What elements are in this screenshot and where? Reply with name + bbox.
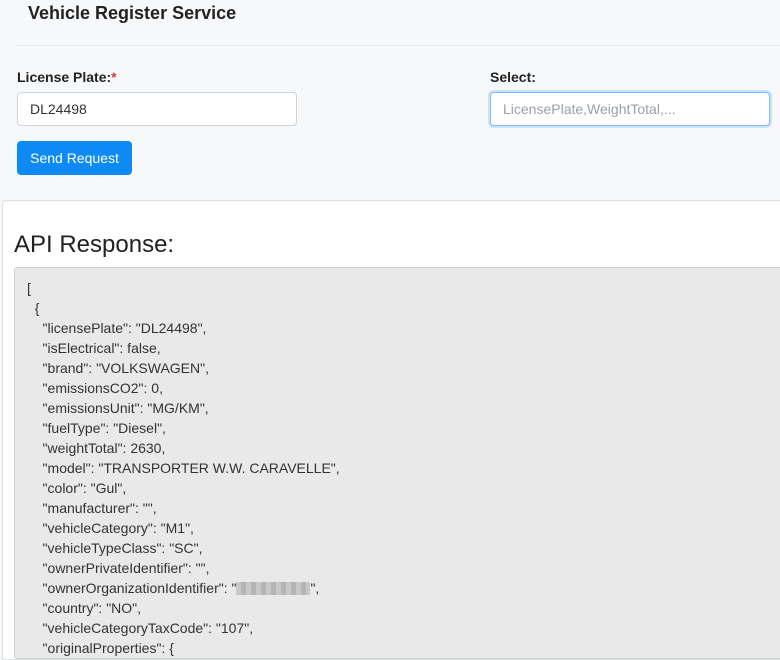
select-fields-input[interactable]: [490, 92, 770, 126]
response-code-block[interactable]: [ { "licensePlate": "DL24498", "isElectr…: [14, 267, 780, 659]
select-label: Select:: [490, 69, 536, 85]
license-plate-label-text: License Plate:: [17, 69, 112, 85]
license-plate-input[interactable]: [17, 92, 297, 126]
code-line: "isElectrical": false,: [27, 340, 161, 356]
code-line: "ownerPrivateIdentifier": "",: [27, 560, 210, 576]
code-line: "originalProperties": {: [27, 640, 174, 656]
app-title: Vehicle Register Service: [28, 3, 237, 23]
code-line: "color": "Gul",: [27, 480, 127, 496]
code-line: "emissionsUnit": "MG/KM",: [27, 400, 209, 416]
code-line: "vehicleTypeClass": "SC",: [27, 540, 203, 556]
response-title: API Response:: [14, 231, 175, 258]
code-line-redacted: "ownerOrganizationIdentifier": " ",: [27, 578, 780, 598]
required-marker: *: [111, 69, 117, 85]
redacted-value: [236, 582, 311, 595]
header-divider: [16, 45, 780, 46]
code-line: "licensePlate": "DL24498",: [27, 320, 207, 336]
license-plate-label: License Plate:*: [17, 69, 117, 85]
code-line-text: "ownerOrganizationIdentifier": ": [27, 580, 237, 596]
code-line: "brand": "VOLKSWAGEN",: [27, 360, 209, 376]
code-line: "model": "TRANSPORTER W.W. CARAVELLE",: [27, 460, 340, 476]
code-line: {: [27, 300, 40, 316]
response-panel: API Response: [ { "licensePlate": "DL244…: [2, 200, 780, 660]
code-line-suffix: ",: [310, 580, 320, 596]
code-line: [: [27, 280, 31, 296]
send-request-button[interactable]: Send Request: [17, 141, 132, 175]
code-line: "manufacturer": "",: [27, 500, 157, 516]
code-line: "weightTotal": 2630,: [27, 440, 166, 456]
code-line: "vehicleCategory": "M1",: [27, 520, 194, 536]
code-line: "country": "NO",: [27, 600, 142, 616]
code-line: "fuelType": "Diesel",: [27, 420, 166, 436]
code-line: "emissionsCO2": 0,: [27, 380, 163, 396]
code-line: "vehicleCategoryTaxCode": "107",: [27, 620, 254, 636]
